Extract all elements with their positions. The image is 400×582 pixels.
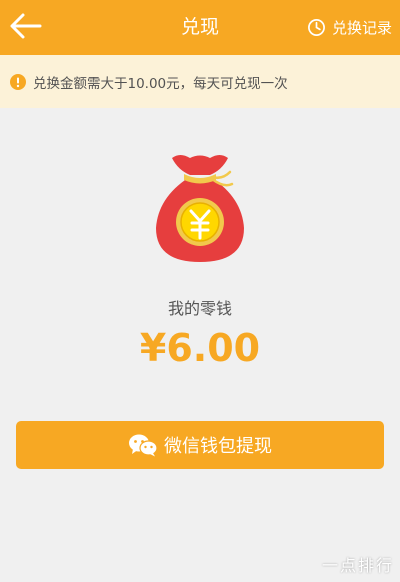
wechat-withdraw-button[interactable]: 微信钱包提现 — [16, 421, 384, 469]
wechat-withdraw-label: 微信钱包提现 — [164, 436, 272, 457]
exchange-history-button[interactable]: 兑换记录 — [307, 15, 392, 39]
clock-icon — [308, 18, 325, 36]
notice-banner: 兑换金额需大于10.00元，每天可兑现一次 — [0, 55, 400, 108]
notice-text: 兑换金额需大于10.00元，每天可兑现一次 — [33, 75, 288, 92]
warning-icon — [10, 73, 26, 90]
top-bar: 兑现 兑换记录 — [0, 0, 400, 55]
exchange-history-label: 兑换记录 — [331, 18, 392, 37]
wallet-balance: ¥6.00 — [139, 326, 261, 370]
wechat-icon — [129, 434, 158, 457]
money-bag-icon — [156, 155, 244, 262]
watermark-text: 一点排行 — [321, 556, 394, 575]
wallet-label: 我的零钱 — [167, 299, 232, 318]
